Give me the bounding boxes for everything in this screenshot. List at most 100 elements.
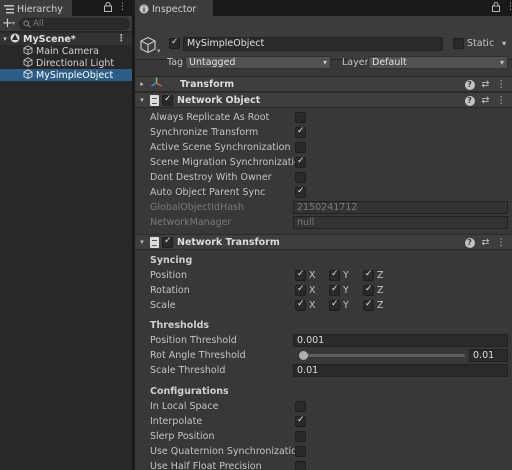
hierarchy-tabbar: Hierarchy ⋮ (0, 0, 132, 16)
component-menu-kebab-icon[interactable]: ⋮ (497, 79, 507, 90)
icon-dropdown-caret-icon[interactable]: ▾ (157, 47, 161, 55)
gameobject-active-checkbox[interactable] (169, 37, 180, 49)
axis-label: X (309, 300, 316, 311)
use-quaternion-sync-checkbox[interactable] (295, 446, 306, 457)
scene-row[interactable]: ▾ MyScene* ⋮ (0, 33, 132, 45)
slider-handle[interactable] (299, 351, 308, 360)
prop-label: GlobalObjectIdHash (150, 202, 245, 213)
presets-icon[interactable]: ⇄ (482, 95, 490, 106)
tag-dropdown[interactable]: Untagged (185, 56, 331, 69)
scene-menu-kebab-icon[interactable]: ⋮ (117, 33, 127, 44)
dont-destroy-with-owner-checkbox[interactable] (295, 172, 306, 183)
prop-label: Active Scene Synchronization (150, 142, 291, 153)
position-threshold-field[interactable]: 0.001 (293, 334, 508, 347)
unity-scene-icon (10, 33, 21, 46)
hierarchy-item-main-camera[interactable]: Main Camera (0, 44, 132, 57)
in-local-space-checkbox[interactable] (295, 401, 306, 412)
gameobject-name-field[interactable]: MySimpleObject (183, 37, 443, 51)
component-enabled-checkbox[interactable] (162, 94, 173, 106)
slerp-position-checkbox[interactable] (295, 431, 306, 442)
component-enabled-checkbox[interactable] (162, 236, 173, 248)
prop-label: Dont Destroy With Owner (150, 172, 272, 183)
prop-label: Always Replicate As Root (150, 112, 270, 123)
search-placeholder: All (33, 18, 44, 29)
scene-migration-sync-checkbox[interactable] (295, 156, 306, 168)
sync-scale-z-checkbox[interactable] (363, 299, 374, 311)
sync-position-y-checkbox[interactable] (329, 269, 340, 281)
network-object-component-header[interactable]: ▾ Network Object ? ⇄ ⋮ (135, 92, 512, 108)
add-icon[interactable]: + (2, 17, 13, 30)
section-header: Thresholds (135, 318, 512, 333)
synchronize-transform-checkbox[interactable] (295, 126, 306, 138)
thresholds-header: Thresholds (150, 320, 210, 331)
transform-component-header[interactable]: ▸ Transform ? ⇄ ⋮ (135, 76, 512, 92)
use-half-float-precision-checkbox[interactable] (295, 461, 306, 470)
static-checkbox[interactable] (453, 38, 464, 49)
interpolate-checkbox[interactable] (295, 415, 306, 427)
sync-position-x-checkbox[interactable] (295, 269, 306, 281)
section-header: Configurations (135, 384, 512, 399)
hierarchy-tree: ▾ MyScene* ⋮ Main Camera Directional Lig… (0, 33, 132, 81)
scale-threshold-field[interactable]: 0.01 (293, 364, 508, 377)
lock-icon[interactable] (104, 2, 112, 15)
axis-label: Y (343, 300, 349, 311)
tag-label: Tag (167, 57, 184, 68)
prop-label: NetworkManager (150, 217, 232, 228)
component-menu-kebab-icon[interactable]: ⋮ (497, 95, 507, 106)
axis-label: Y (343, 285, 349, 296)
prop-label: Scene Migration Synchronization (150, 157, 306, 168)
global-object-id-hash-field: 2150241712 (293, 201, 508, 214)
prop-row: Active Scene Synchronization (135, 140, 512, 155)
sync-rotation-x-checkbox[interactable] (295, 284, 306, 296)
hierarchy-item-label: MySimpleObject (36, 69, 114, 81)
script-icon (150, 236, 159, 248)
collapse-arrow-icon[interactable]: ▾ (137, 96, 147, 104)
help-icon[interactable]: ? (464, 79, 475, 90)
prop-label: Rot Angle Threshold (150, 350, 246, 361)
hierarchy-item-label: Main Camera (36, 45, 99, 57)
axis-label: Y (343, 270, 349, 281)
help-icon[interactable]: ? (464, 95, 475, 106)
hierarchy-search-input[interactable]: All (19, 17, 130, 30)
prop-label: Use Half Float Precision (150, 461, 262, 470)
list-icon (4, 4, 14, 14)
component-menu-kebab-icon[interactable]: ⋮ (497, 237, 507, 248)
sync-scale-y-checkbox[interactable] (329, 299, 340, 311)
sync-position-z-checkbox[interactable] (363, 269, 374, 281)
active-scene-sync-checkbox[interactable] (295, 142, 306, 153)
network-object-title: Network Object (177, 94, 261, 106)
sync-scale-x-checkbox[interactable] (295, 299, 306, 311)
sync-rotation-y-checkbox[interactable] (329, 284, 340, 296)
layer-label: Layer (342, 57, 369, 68)
static-toggle[interactable]: Static ▾ (453, 38, 506, 49)
always-replicate-as-root-checkbox[interactable] (295, 112, 306, 123)
prop-row: NetworkManager null (135, 215, 512, 230)
presets-icon[interactable]: ⇄ (482, 237, 490, 248)
lock-icon[interactable] (492, 2, 500, 15)
hierarchy-item-mysimpleobject[interactable]: MySimpleObject (0, 68, 132, 81)
auto-object-parent-sync-checkbox[interactable] (295, 186, 306, 198)
hierarchy-item-label: Directional Light (36, 57, 115, 69)
rot-angle-threshold-field[interactable]: 0.01 (469, 349, 508, 362)
add-dropdown-caret-icon[interactable]: ▾ (12, 20, 15, 27)
static-dropdown-caret-icon[interactable]: ▾ (502, 39, 506, 48)
collapse-arrow-icon[interactable]: ▾ (137, 238, 147, 246)
position-axes: X Y Z (295, 269, 397, 281)
layer-dropdown[interactable]: Default (368, 56, 508, 69)
prop-row: Scale Threshold 0.01 (135, 363, 512, 378)
scene-name: MyScene* (23, 33, 76, 45)
presets-icon[interactable]: ⇄ (482, 79, 490, 90)
rot-angle-threshold-slider[interactable] (299, 354, 465, 357)
help-icon[interactable]: ? (464, 237, 475, 248)
sync-rotation-z-checkbox[interactable] (363, 284, 374, 296)
panel-menu-kebab-icon[interactable]: ⋮ (506, 2, 512, 15)
expand-arrow-icon[interactable]: ▾ (0, 35, 10, 43)
tab-hierarchy[interactable]: Hierarchy (0, 0, 72, 16)
prop-row: Position X Y Z (135, 268, 512, 283)
collapse-arrow-icon[interactable]: ▸ (137, 80, 147, 88)
network-transform-component-header[interactable]: ▾ Network Transform ? ⇄ ⋮ (135, 234, 512, 250)
prop-row: GlobalObjectIdHash 2150241712 (135, 200, 512, 215)
tab-inspector[interactable]: Inspector (135, 0, 213, 16)
hierarchy-item-directional-light[interactable]: Directional Light (0, 56, 132, 69)
panel-menu-kebab-icon[interactable]: ⋮ (118, 2, 127, 15)
